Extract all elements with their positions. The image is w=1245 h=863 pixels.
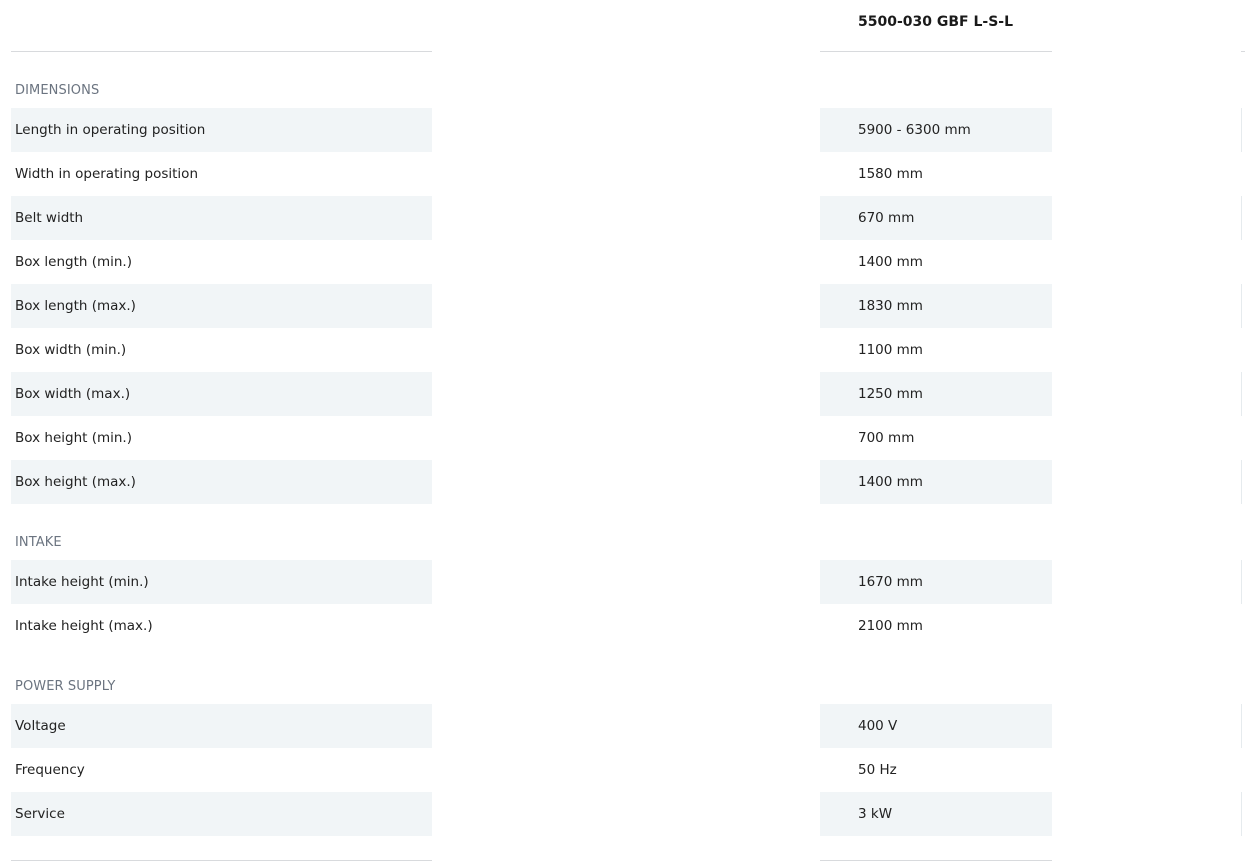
spec-row-label: Width in operating position	[11, 152, 432, 196]
spec-label: Box width (min.)	[15, 342, 127, 358]
spec-row-value: 50 Hz	[820, 748, 1052, 792]
model-title: 5500-030 GBF L-S-L	[858, 14, 1014, 30]
spec-row-value: 1400 mm	[820, 240, 1052, 284]
spec-row-label: Length in operating position	[11, 108, 432, 152]
spec-row-value: 2100 mm	[820, 604, 1052, 648]
value-column-header: 5500-030 GBF L-S-L	[820, 0, 1052, 52]
edge-row	[1241, 460, 1245, 504]
edge-row	[1241, 108, 1245, 152]
spec-row-value: 5900 - 6300 mm	[820, 108, 1052, 152]
spec-row-value: 1250 mm	[820, 372, 1052, 416]
spec-row-value: 700 mm	[820, 416, 1052, 460]
spec-row-value: 1830 mm	[820, 284, 1052, 328]
spec-label: Box width (max.)	[15, 386, 131, 402]
spec-row-label: Voltage	[11, 704, 432, 748]
spec-value: 1580 mm	[858, 166, 923, 182]
spec-value: 1670 mm	[858, 574, 923, 590]
spec-value: 50 Hz	[858, 762, 897, 778]
spec-row-label: Box height (min.)	[11, 416, 432, 460]
spec-value: 1100 mm	[858, 342, 923, 358]
spec-label: Service	[15, 806, 65, 822]
label-column-header	[11, 0, 432, 52]
spec-row-label: Box height (max.)	[11, 460, 432, 504]
edge-row	[1241, 372, 1245, 416]
spec-row-label: Intake height (max.)	[11, 604, 432, 648]
value-column-footer-divider	[820, 860, 1052, 861]
spec-row-label: Service	[11, 792, 432, 836]
section-header-intake: INTAKE	[11, 504, 432, 560]
edge-row	[1241, 792, 1245, 836]
spec-value: 1250 mm	[858, 386, 923, 402]
spec-label: Voltage	[15, 718, 66, 734]
spec-label: Box length (min.)	[15, 254, 132, 270]
spec-value: 2100 mm	[858, 618, 923, 634]
spec-label: Length in operating position	[15, 122, 206, 138]
spec-row-value: 400 V	[820, 704, 1052, 748]
edge-row	[1241, 416, 1245, 460]
spec-value: 5900 - 6300 mm	[858, 122, 971, 138]
section-title: INTAKE	[15, 535, 62, 550]
spec-row-label: Frequency	[11, 748, 432, 792]
spec-row-value: 1400 mm	[820, 460, 1052, 504]
spec-row-label: Belt width	[11, 196, 432, 240]
spec-row-value: 1580 mm	[820, 152, 1052, 196]
spec-label: Intake height (min.)	[15, 574, 149, 590]
section-header-power-supply: POWER SUPPLY	[11, 648, 432, 704]
spec-value-column: 5500-030 GBF L-S-L 5900 - 6300 mm 1580 m…	[820, 0, 1052, 836]
next-column-edge	[1241, 0, 1245, 836]
spec-label: Intake height (max.)	[15, 618, 153, 634]
edge-row	[1241, 560, 1245, 604]
spec-value: 1830 mm	[858, 298, 923, 314]
spec-label: Frequency	[15, 762, 85, 778]
next-column-header-edge	[1241, 0, 1245, 52]
spec-value: 670 mm	[858, 210, 915, 226]
spec-value: 1400 mm	[858, 474, 923, 490]
section-title: POWER SUPPLY	[15, 679, 116, 694]
edge-row	[1241, 604, 1245, 648]
spec-label: Box length (max.)	[15, 298, 136, 314]
spec-row-value: 1670 mm	[820, 560, 1052, 604]
spec-value: 1400 mm	[858, 254, 923, 270]
edge-row	[1241, 284, 1245, 328]
spec-label: Box height (max.)	[15, 474, 136, 490]
edge-row	[1241, 704, 1245, 748]
edge-row	[1241, 748, 1245, 792]
spec-row-value: 1100 mm	[820, 328, 1052, 372]
spec-label-column: DIMENSIONS Length in operating position …	[11, 0, 432, 836]
spec-label: Width in operating position	[15, 166, 199, 182]
spec-row-label: Intake height (min.)	[11, 560, 432, 604]
edge-row	[1241, 240, 1245, 284]
spec-row-label: Box length (min.)	[11, 240, 432, 284]
spec-value: 400 V	[858, 718, 898, 734]
spec-row-label: Box width (max.)	[11, 372, 432, 416]
edge-row	[1241, 328, 1245, 372]
spec-row-value: 3 kW	[820, 792, 1052, 836]
spec-row-value: 670 mm	[820, 196, 1052, 240]
spec-value: 700 mm	[858, 430, 915, 446]
spec-row-label: Box width (min.)	[11, 328, 432, 372]
spec-label: Belt width	[15, 210, 84, 226]
edge-row	[1241, 152, 1245, 196]
section-header-dimensions: DIMENSIONS	[11, 52, 432, 108]
spec-value: 3 kW	[858, 806, 893, 822]
label-column-footer-divider	[11, 860, 432, 861]
edge-row	[1241, 196, 1245, 240]
spec-row-label: Box length (max.)	[11, 284, 432, 328]
spec-label: Box height (min.)	[15, 430, 132, 446]
section-title: DIMENSIONS	[15, 83, 100, 98]
